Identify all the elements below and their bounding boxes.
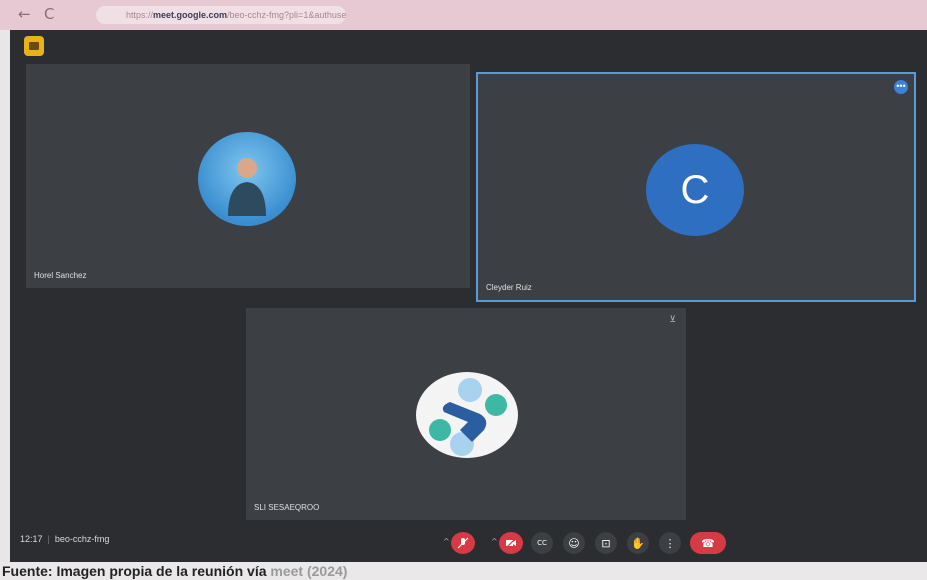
chevron-up-icon[interactable]: ^	[491, 537, 498, 546]
chevron-up-icon[interactable]: ^	[443, 537, 450, 546]
mic-button[interactable]	[451, 532, 475, 554]
person-photo-icon	[228, 158, 266, 216]
participant-name: SLI SESAEQROO	[254, 503, 320, 512]
participant-tile[interactable]: Horel Sanchez	[26, 64, 470, 288]
more-options-icon[interactable]: •••	[894, 80, 908, 94]
participant-avatar	[416, 372, 518, 458]
participant-tile-active[interactable]: ••• C Cleyder Ruiz	[476, 72, 916, 302]
meeting-info: 12:17 | beo-cchz-fmg	[20, 534, 109, 544]
meet-window: Horel Sanchez ••• C Cleyder Ruiz ⊻ SLI S…	[10, 30, 927, 562]
participant-avatar: C	[646, 144, 744, 236]
pin-icon[interactable]: ⊻	[669, 314, 676, 325]
address-bar[interactable]: https://meet.google.com/beo-cchz-fmg?pli…	[96, 6, 346, 24]
url-prefix: https://	[126, 10, 154, 20]
back-icon[interactable]: ←	[18, 5, 31, 23]
emoji-button[interactable]: ☺	[563, 532, 585, 554]
url-path: /beo-cchz-fmg?pli=1&authuser=1	[227, 10, 346, 20]
caption-faded: meet (2024)	[270, 563, 348, 579]
present-button[interactable]: ⊡	[595, 532, 617, 554]
caption-text: Fuente: Imagen propia de la reunión vía	[2, 563, 271, 579]
figure-caption: Fuente: Imagen propia de la reunión vía …	[0, 562, 927, 580]
meeting-time: 12:17	[20, 534, 43, 544]
camera-off-icon	[505, 537, 517, 549]
url-host: meet.google.com	[153, 10, 228, 20]
captions-button[interactable]: CC	[531, 532, 553, 554]
camera-button[interactable]	[499, 532, 523, 554]
meeting-code[interactable]: beo-cchz-fmg	[55, 534, 110, 544]
browser-toolbar: ← C https://meet.google.com/beo-cchz-fmg…	[0, 0, 927, 30]
meet-logo-icon	[24, 36, 44, 56]
more-options-button[interactable]: ⋮	[659, 532, 681, 554]
participant-name: Horel Sanchez	[34, 271, 87, 280]
raise-hand-button[interactable]: ✋	[627, 532, 649, 554]
end-call-button[interactable]: ☎	[690, 532, 726, 554]
reload-icon[interactable]: C	[44, 5, 54, 23]
participant-name: Cleyder Ruiz	[486, 283, 532, 292]
participant-avatar	[198, 132, 296, 226]
participant-tile[interactable]: ⊻ SLI SESAEQROO	[246, 308, 686, 520]
sesaeqroo-logo-icon	[429, 378, 507, 456]
mic-off-icon	[457, 537, 469, 549]
info-separator: |	[47, 534, 50, 544]
